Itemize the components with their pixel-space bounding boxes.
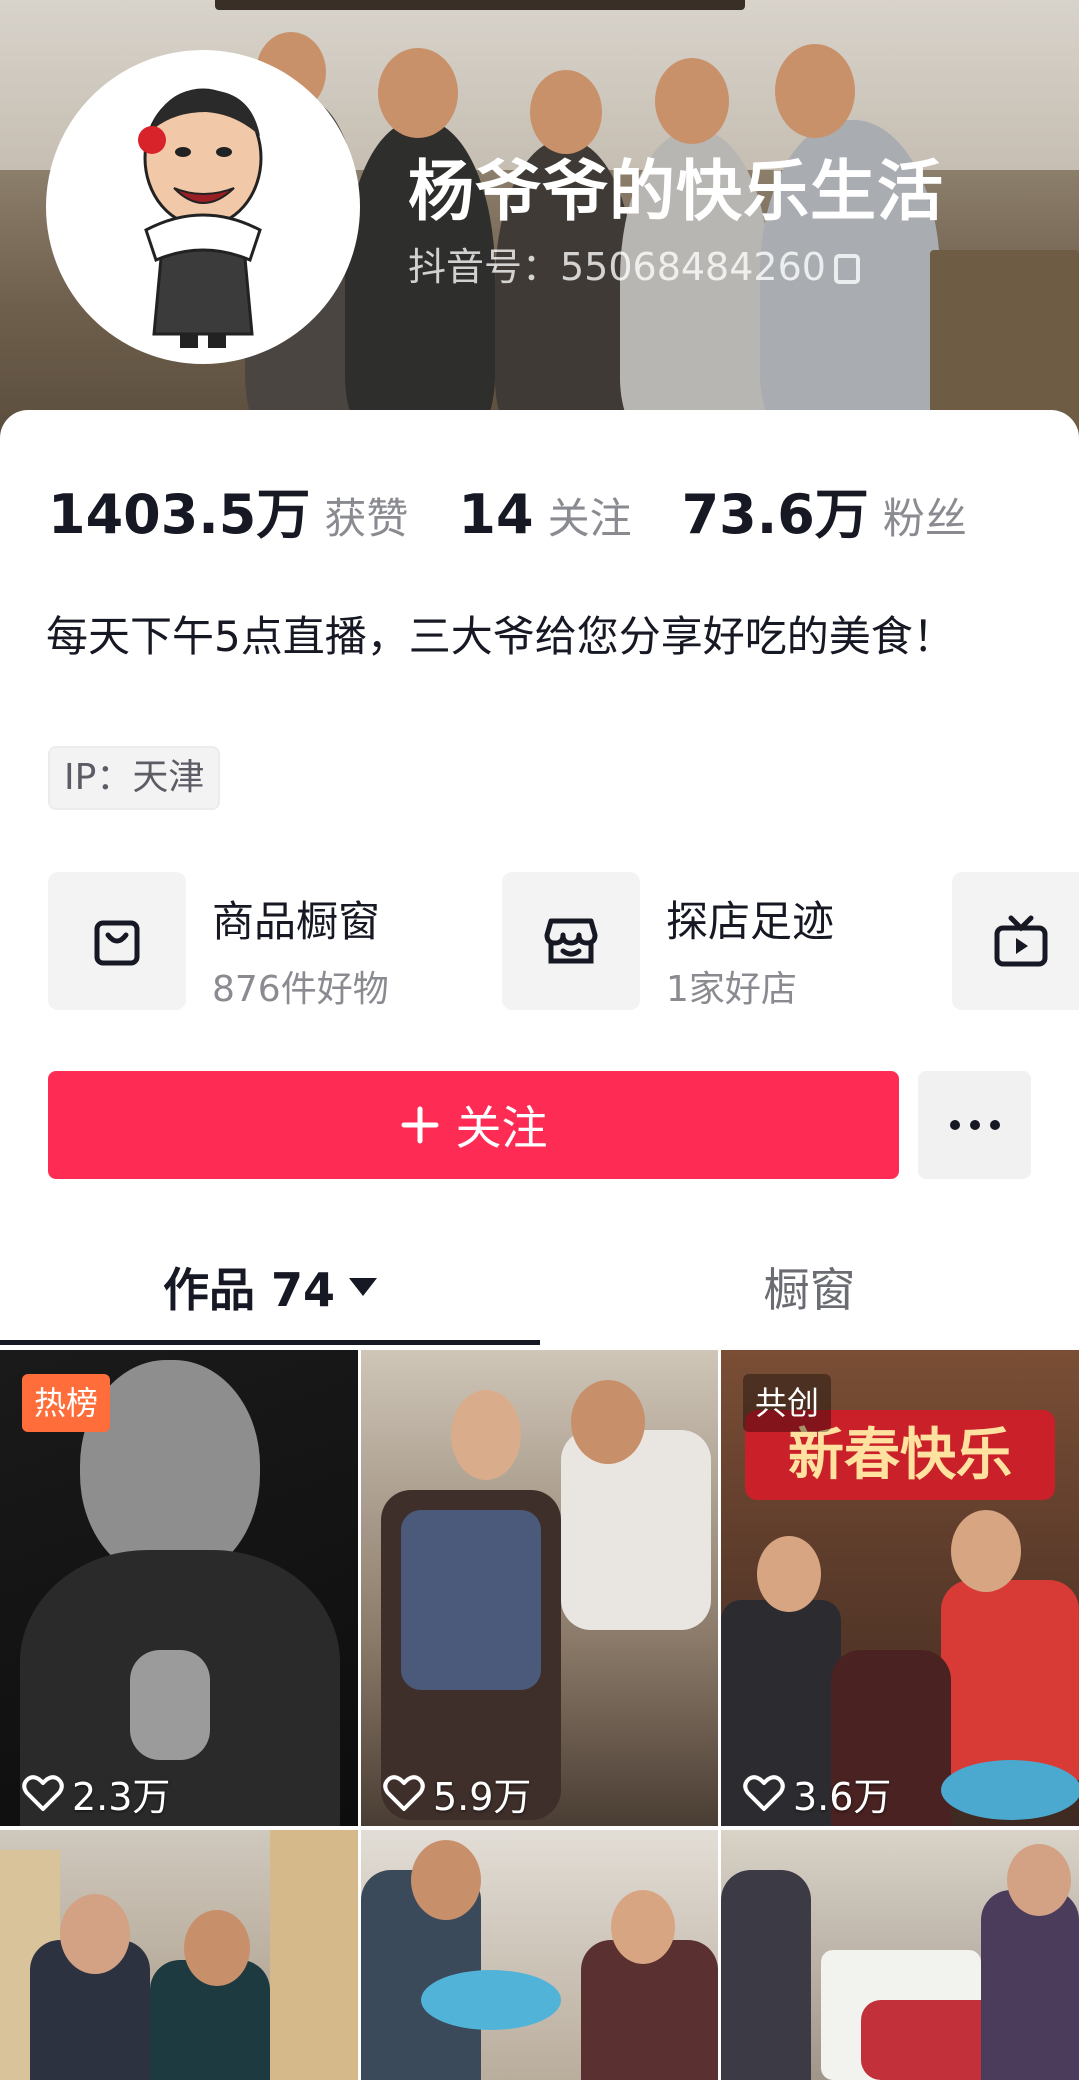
- shopping-bag-icon: [94, 920, 140, 966]
- more-options-button[interactable]: [918, 1071, 1031, 1179]
- store-icon: [544, 918, 598, 964]
- profile-name: 杨爷爷的快乐生活: [408, 153, 944, 230]
- video-likes-count: 3.6万: [793, 1775, 892, 1819]
- likes-label: 获赞: [324, 494, 409, 543]
- following-count[interactable]: 14: [458, 483, 533, 546]
- collab-badge: 共创: [743, 1374, 832, 1432]
- avatar[interactable]: [46, 50, 360, 364]
- video-tile[interactable]: 新春快乐 共创 3.6万: [721, 1350, 1079, 1826]
- video-likes-count: 5.9万: [433, 1775, 532, 1819]
- video-tile[interactable]: [0, 1830, 358, 2080]
- video-tile[interactable]: [361, 1830, 718, 2080]
- entry-title: 商品橱窗: [212, 897, 381, 946]
- follow-label: 关注: [455, 1101, 548, 1155]
- tile-head: [951, 1510, 1021, 1592]
- tile-figure: [981, 1890, 1079, 2080]
- tile-head: [611, 1890, 675, 1964]
- video-tile[interactable]: 5.9万: [361, 1350, 718, 1826]
- tile-head: [451, 1390, 521, 1480]
- video-likes: 3.6万: [743, 1766, 891, 1821]
- entry-shop-window[interactable]: 商品橱窗 876件好物: [48, 872, 478, 1010]
- tab-indicator: [0, 1340, 540, 1345]
- following-label[interactable]: 关注: [548, 485, 632, 546]
- copy-icon[interactable]: [833, 254, 860, 284]
- video-tile[interactable]: [721, 1830, 1079, 2080]
- tile-head: [571, 1380, 645, 1464]
- tile-figure: [270, 1830, 358, 2080]
- tile-head: [411, 1840, 481, 1920]
- entry-icon-box: [952, 872, 1079, 1010]
- hot-badge: 热榜: [22, 1374, 111, 1432]
- entry-icon-box: [48, 872, 186, 1010]
- followers-label[interactable]: 粉丝: [883, 485, 967, 546]
- banner-head: [655, 58, 729, 144]
- tile-head: [60, 1894, 130, 1974]
- ip-location-tag: IP：天津: [48, 746, 221, 810]
- dot: [949, 1120, 960, 1130]
- entry-title: 探店足迹: [666, 897, 835, 946]
- tile-figure: [130, 1650, 210, 1760]
- douyin-id[interactable]: 抖音号：55068484260: [408, 236, 860, 291]
- tile-basin: [421, 1970, 561, 2030]
- video-likes-count: 2.3万: [72, 1775, 171, 1819]
- entry-subtitle: 1家好店: [666, 969, 797, 1010]
- likes-count: 1403.5万: [48, 483, 311, 546]
- tile-figure: [401, 1510, 541, 1690]
- caricature-avatar-icon: [138, 88, 263, 348]
- tile-head: [757, 1536, 821, 1612]
- tab-shop-label: 橱窗: [763, 1263, 856, 1317]
- tile-figure: [721, 1870, 811, 2080]
- tab-works[interactable]: 作品 74: [0, 1232, 540, 1342]
- tab-shop-window[interactable]: 橱窗: [540, 1232, 1079, 1342]
- caret-down-icon: [349, 1278, 378, 1296]
- banner-head: [775, 44, 855, 138]
- tv-icon: [994, 915, 1048, 967]
- profile-bio: 每天下午5点直播，三大爷给您分享好吃的美食！: [46, 612, 955, 661]
- tile-figure: [561, 1430, 711, 1630]
- video-likes: 5.9万: [383, 1766, 531, 1821]
- banner-frame: [215, 0, 745, 10]
- followers-count[interactable]: 73.6万: [682, 470, 869, 549]
- content-tabs: 作品 74 橱窗: [0, 1232, 1079, 1346]
- tile-head: [1007, 1844, 1071, 1916]
- plus-icon: [401, 1106, 438, 1144]
- video-tile[interactable]: 热榜 2.3万: [0, 1350, 358, 1826]
- douyin-id-text: 抖音号：55068484260: [408, 245, 826, 289]
- video-grid: 热榜 2.3万 5.9万 新春快乐 共创 3.6万: [0, 1350, 1079, 2080]
- heart-icon: [383, 1774, 425, 1811]
- heart-icon: [22, 1774, 64, 1811]
- entry-live[interactable]: [952, 872, 1079, 1010]
- tile-head: [184, 1910, 250, 1986]
- banner-head: [378, 48, 458, 138]
- profile-banner: 杨爷爷的快乐生活 抖音号：55068484260: [0, 0, 1079, 440]
- dot: [969, 1120, 980, 1130]
- video-likes: 2.3万: [22, 1766, 170, 1821]
- dot: [989, 1120, 1000, 1130]
- tile-basin: [941, 1760, 1079, 1820]
- heart-icon: [743, 1774, 785, 1811]
- tile-figure: [941, 1580, 1079, 1780]
- entry-subtitle: 876件好物: [212, 969, 389, 1010]
- tab-works-label: 作品 74: [162, 1263, 336, 1317]
- entry-store-visits[interactable]: 探店足迹 1家好店: [502, 872, 932, 1010]
- profile-stats: 1403.5万 获赞 14 关注 73.6万 粉丝: [48, 470, 967, 549]
- entry-icon-box: [502, 872, 640, 1010]
- follow-button[interactable]: 关注: [48, 1071, 899, 1179]
